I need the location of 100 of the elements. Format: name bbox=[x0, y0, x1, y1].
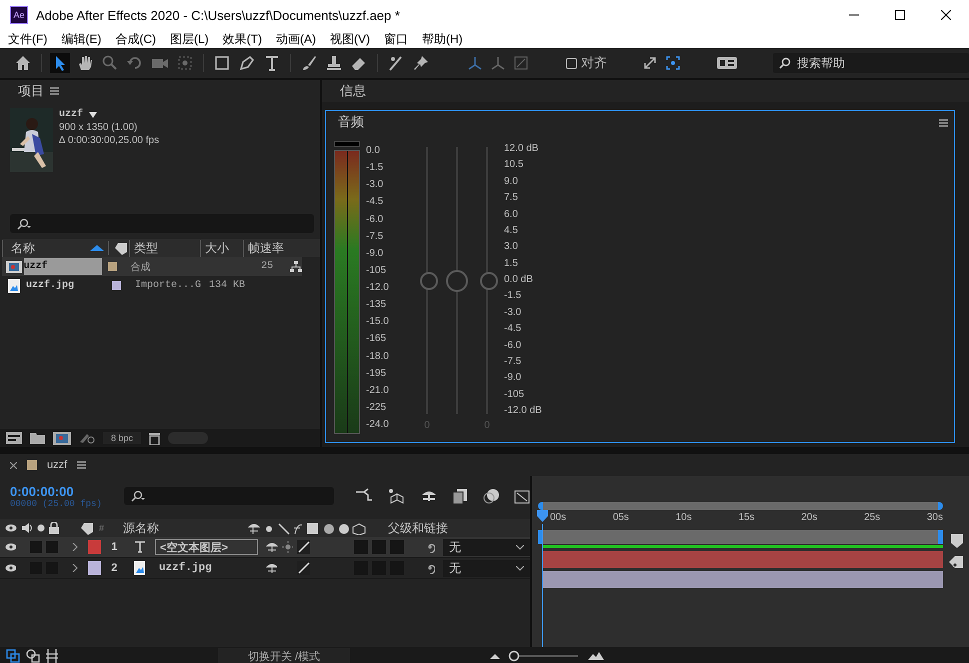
close-icon[interactable] bbox=[941, 10, 951, 20]
home-icon[interactable] bbox=[14, 54, 32, 72]
eye-icon[interactable] bbox=[5, 564, 16, 572]
flowchart-icon[interactable] bbox=[290, 261, 302, 272]
menu-item[interactable]: 视图(V) bbox=[330, 30, 370, 48]
axis-icon[interactable] bbox=[513, 55, 529, 71]
help-search-field[interactable]: 搜索帮助 bbox=[773, 53, 969, 73]
layer-name[interactable]: uzzf.jpg bbox=[154, 560, 258, 576]
timeline-tab[interactable]: uzzf bbox=[47, 459, 68, 471]
current-timecode[interactable]: 0:00:00:00 bbox=[10, 484, 110, 498]
maximize-icon[interactable] bbox=[895, 10, 905, 20]
menu-item[interactable]: 帮助(H) bbox=[422, 30, 463, 48]
flowchart-icon[interactable] bbox=[356, 488, 374, 502]
transfer-controls-icon[interactable] bbox=[26, 649, 40, 663]
rectangle-icon[interactable] bbox=[213, 54, 231, 72]
magnifier-icon[interactable] bbox=[101, 54, 119, 72]
search-icon[interactable] bbox=[130, 490, 146, 502]
collapse-switch-icon[interactable] bbox=[282, 541, 293, 553]
pen-icon[interactable] bbox=[238, 54, 256, 72]
menu-icon[interactable] bbox=[50, 87, 59, 95]
menu-item[interactable]: 效果(T) bbox=[222, 30, 262, 48]
type-tool-icon[interactable] bbox=[263, 54, 281, 72]
shy-switch-icon[interactable] bbox=[266, 562, 278, 574]
pointer-icon[interactable] bbox=[51, 54, 69, 72]
minimize-icon[interactable] bbox=[849, 14, 859, 16]
snap-checkbox[interactable]: 对齐 bbox=[566, 54, 607, 72]
panel-title[interactable]: 项目 bbox=[18, 82, 44, 100]
column-header[interactable]: 源名称 bbox=[123, 520, 243, 536]
hand-icon[interactable] bbox=[76, 54, 94, 72]
trash-icon[interactable] bbox=[149, 432, 160, 444]
panel-title[interactable]: 信息 bbox=[340, 82, 366, 100]
zoom-in-icon[interactable] bbox=[588, 652, 604, 660]
slider-knob[interactable] bbox=[446, 270, 468, 292]
stamp-icon[interactable] bbox=[325, 54, 343, 72]
zoom-out-icon[interactable] bbox=[490, 653, 500, 659]
layer-row[interactable]: 2 uzzf.jpg 无 bbox=[0, 558, 530, 579]
comp-button-icon[interactable] bbox=[949, 556, 963, 568]
menu-item[interactable]: 合成(C) bbox=[115, 30, 156, 48]
workspace-icon[interactable] bbox=[717, 57, 737, 69]
brush-icon[interactable] bbox=[300, 54, 318, 72]
panel-title[interactable]: 音频 bbox=[338, 113, 364, 131]
rotate-icon[interactable] bbox=[126, 54, 144, 72]
switch-box[interactable] bbox=[354, 540, 368, 554]
in-out-columns-icon[interactable] bbox=[46, 649, 58, 663]
menu-item[interactable]: 编辑(E) bbox=[61, 30, 102, 48]
graph-editor-icon[interactable] bbox=[514, 488, 530, 504]
switch-box[interactable] bbox=[30, 541, 42, 553]
pan-behind-icon[interactable] bbox=[176, 54, 194, 72]
folder-icon[interactable] bbox=[30, 432, 45, 444]
caret-icon[interactable] bbox=[516, 566, 524, 570]
axis-icon[interactable] bbox=[490, 55, 506, 71]
column-header[interactable]: 父级和链接 bbox=[388, 520, 448, 536]
parent-dropdown[interactable]: 无 bbox=[443, 560, 530, 576]
eye-icon[interactable] bbox=[5, 543, 16, 551]
layer-name[interactable]: <空文本图层> bbox=[154, 539, 258, 555]
motion-blur-icon[interactable] bbox=[482, 488, 500, 504]
menu-item[interactable]: 动画(A) bbox=[276, 30, 316, 48]
quality-switch-icon[interactable] bbox=[296, 540, 310, 554]
menu-icon[interactable] bbox=[939, 119, 948, 127]
bit-depth-button[interactable]: 8 bpc bbox=[103, 432, 142, 444]
menu-icon[interactable] bbox=[77, 461, 86, 469]
quality-switch-icon[interactable] bbox=[296, 561, 310, 575]
layer-search-field[interactable] bbox=[124, 487, 334, 505]
expand-chevron-icon[interactable] bbox=[72, 564, 78, 572]
label-color-swatch[interactable] bbox=[88, 540, 101, 554]
eye-icon[interactable] bbox=[5, 524, 17, 532]
switch-box[interactable] bbox=[46, 541, 58, 553]
slider-knob[interactable] bbox=[420, 272, 438, 290]
project-settings-icon[interactable] bbox=[79, 432, 95, 444]
menu-item[interactable]: 窗口 bbox=[384, 30, 408, 48]
project-item[interactable]: uzzf.jpg Importe...G 134 KB bbox=[2, 276, 302, 295]
speaker-icon[interactable] bbox=[21, 522, 33, 534]
label-color-swatch[interactable] bbox=[108, 262, 117, 271]
expand-arrows-icon[interactable] bbox=[642, 55, 658, 71]
interpret-footage-icon[interactable] bbox=[6, 432, 22, 444]
toggle-switches-modes-button[interactable]: 切换开关 /模式 bbox=[218, 648, 350, 663]
marker-icon[interactable] bbox=[951, 534, 963, 548]
shy-switch-icon[interactable] bbox=[266, 541, 278, 553]
lock-icon[interactable] bbox=[49, 522, 59, 534]
solo-dot-icon[interactable] bbox=[37, 524, 45, 532]
caret-icon[interactable] bbox=[516, 544, 524, 550]
pin-icon[interactable] bbox=[412, 54, 430, 72]
label-color-swatch[interactable] bbox=[112, 281, 121, 290]
tag-icon[interactable] bbox=[108, 241, 129, 255]
zoom-slider[interactable] bbox=[508, 650, 578, 662]
axis-icon[interactable] bbox=[467, 55, 483, 71]
composition-icon[interactable] bbox=[53, 432, 71, 444]
layer-switches-icon[interactable] bbox=[6, 649, 20, 663]
switch-box[interactable] bbox=[372, 540, 386, 554]
label-color-swatch[interactable] bbox=[88, 561, 101, 575]
tag-icon[interactable] bbox=[79, 521, 95, 535]
expand-chevron-icon[interactable] bbox=[72, 543, 78, 551]
frame-blending-icon[interactable] bbox=[452, 488, 468, 504]
project-item[interactable]: uzzf 合成 25 bbox=[2, 257, 302, 276]
parent-dropdown[interactable]: 无 bbox=[443, 538, 530, 556]
project-search-field[interactable] bbox=[10, 214, 314, 233]
search-icon[interactable] bbox=[16, 218, 32, 230]
switch-box[interactable] bbox=[390, 540, 404, 554]
draft-3d-icon[interactable] bbox=[388, 488, 406, 504]
layer-row[interactable]: 1 <空文本图层> 无 bbox=[0, 537, 530, 558]
